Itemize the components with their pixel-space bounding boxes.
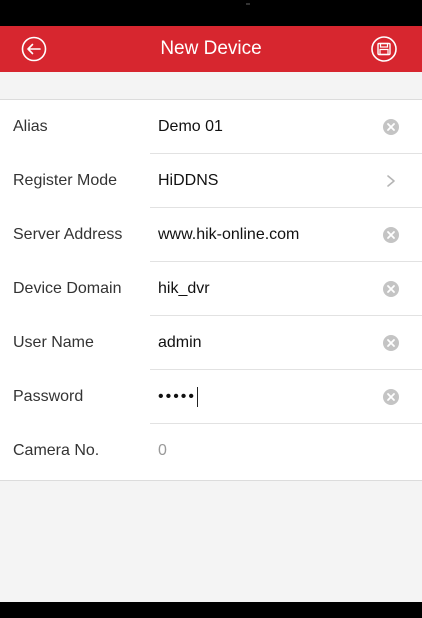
register-mode-label: Register Mode (13, 172, 118, 189)
device-domain-row[interactable]: Device Domain hik_dvr (0, 262, 422, 316)
save-button[interactable] (369, 35, 399, 63)
clear-icon[interactable] (382, 334, 400, 352)
alias-row[interactable]: Alias Demo 01 (0, 100, 422, 154)
user-name-input[interactable]: admin (158, 316, 202, 370)
status-bar-indicator (246, 3, 250, 5)
server-address-row[interactable]: Server Address www.hik-online.com (0, 208, 422, 262)
clear-icon[interactable] (382, 118, 400, 136)
page-title: New Device (160, 38, 262, 59)
password-input[interactable]: ••••• (158, 370, 199, 424)
camera-no-value: 0 (158, 442, 167, 459)
app-header: New Device (0, 26, 422, 72)
server-address-label: Server Address (13, 226, 123, 243)
alias-label: Alias (13, 118, 48, 135)
user-name-row[interactable]: User Name admin (0, 316, 422, 370)
password-masked-value: ••••• (158, 388, 197, 405)
clear-icon[interactable] (382, 388, 400, 406)
camera-no-row[interactable]: Camera No. 0 (0, 424, 422, 478)
password-label: Password (13, 388, 84, 405)
navigation-bar (0, 602, 422, 618)
device-domain-label: Device Domain (13, 280, 122, 297)
alias-input[interactable]: Demo 01 (158, 100, 223, 154)
device-form: Alias Demo 01 Register Mode HiDDNS Serve… (0, 99, 422, 481)
server-address-input[interactable]: www.hik-online.com (158, 208, 299, 262)
camera-no-label: Camera No. (13, 442, 100, 459)
text-cursor (197, 387, 199, 407)
chevron-right-icon (387, 175, 395, 187)
user-name-label: User Name (13, 334, 94, 351)
floppy-disk-icon (371, 36, 397, 62)
clear-icon[interactable] (382, 280, 400, 298)
clear-icon[interactable] (382, 226, 400, 244)
register-mode-row[interactable]: Register Mode HiDDNS (0, 154, 422, 208)
password-row[interactable]: Password ••••• (0, 370, 422, 424)
device-domain-input[interactable]: hik_dvr (158, 262, 210, 316)
status-bar (0, 0, 422, 26)
register-mode-value: HiDDNS (158, 172, 219, 189)
